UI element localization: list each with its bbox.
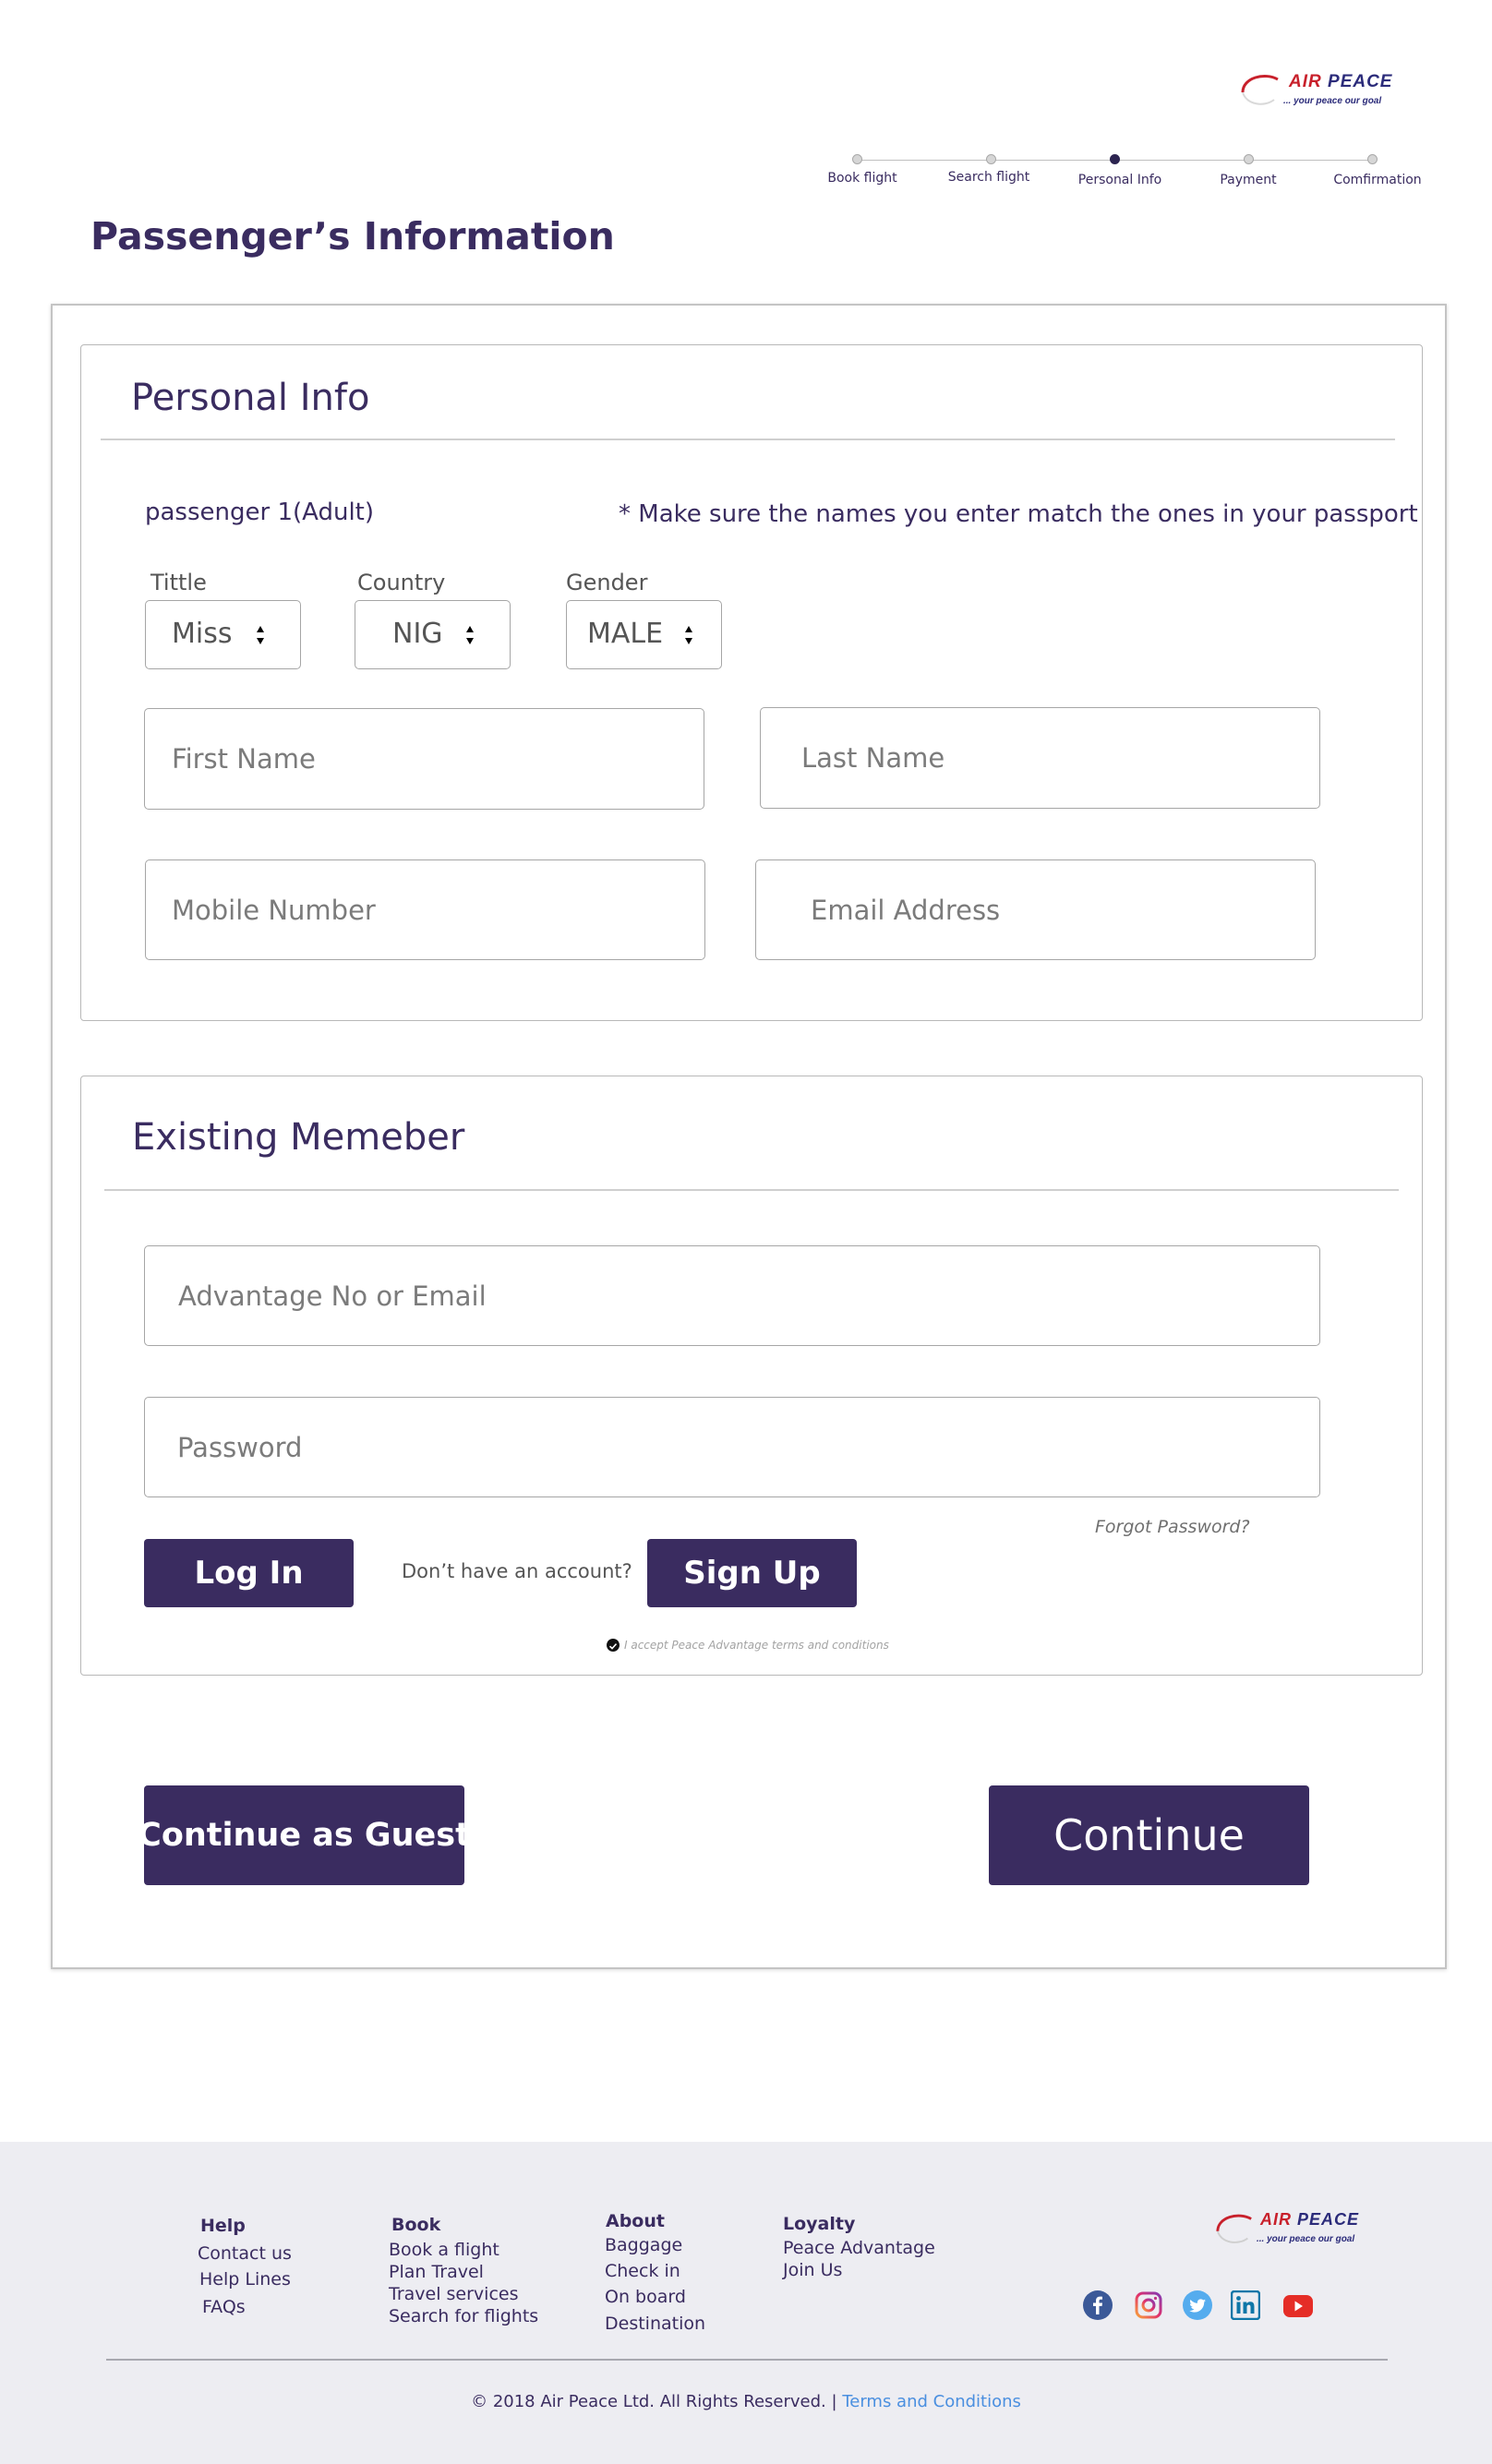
checkbox-checked-icon[interactable] <box>607 1639 620 1652</box>
personal-info-title: Personal Info <box>131 377 370 419</box>
instagram-icon[interactable] <box>1134 2290 1163 2320</box>
footer-about-heading: About <box>606 2211 665 2231</box>
footer-divider <box>106 2359 1388 2361</box>
footer-link-help-lines[interactable]: Help Lines <box>199 2269 291 2290</box>
gender-select[interactable]: MALE <box>566 600 722 669</box>
twitter-icon[interactable] <box>1183 2290 1212 2320</box>
first-name-input[interactable] <box>144 708 704 810</box>
footer-air-peace-logo[interactable]: AIR PEACE ... your peace our goal <box>1212 2208 1369 2254</box>
country-select-label: Country <box>357 570 446 595</box>
footer-link-search-for-flights[interactable]: Search for flights <box>389 2306 538 2326</box>
step-label-confirmation[interactable]: Comfirmation <box>1333 173 1421 187</box>
continue-as-guest-button[interactable]: Continue as Guest <box>138 1785 471 1885</box>
step-label-personal-info[interactable]: Personal Info <box>1078 173 1161 187</box>
terms-accept-text[interactable]: I accept Peace Advantage terms and condi… <box>624 1639 889 1652</box>
select-arrows-icon <box>685 626 692 644</box>
advantage-input[interactable] <box>144 1245 1320 1346</box>
footer-link-travel-services[interactable]: Travel services <box>389 2284 518 2304</box>
passenger-label: passenger 1(Adult) <box>145 499 375 526</box>
no-account-text: Don’t have an account? <box>402 1560 632 1582</box>
logo-swoosh-icon <box>1216 2214 1252 2243</box>
gender-select-value: MALE <box>587 618 664 650</box>
brand-tagline: ... your peace our goal <box>1283 96 1382 106</box>
login-button[interactable]: Log In <box>144 1539 354 1607</box>
facebook-icon[interactable] <box>1083 2290 1113 2320</box>
footer-link-on-board[interactable]: On board <box>605 2287 686 2307</box>
air-peace-logo[interactable]: AIR PEACE ... your peace our goal <box>1237 68 1394 114</box>
footer-loyalty-heading: Loyalty <box>783 2214 856 2234</box>
brand-tagline: ... your peace our goal <box>1257 2234 1355 2244</box>
terms-and-conditions-link[interactable]: Terms and Conditions <box>842 2392 1021 2411</box>
step-label-book-flight[interactable]: Book flight <box>827 171 896 186</box>
step-dot-payment <box>1244 154 1254 164</box>
footer-link-check-in[interactable]: Check in <box>605 2261 680 2281</box>
step-label-payment[interactable]: Payment <box>1220 173 1276 187</box>
country-select-value: NIG <box>392 618 443 650</box>
select-arrows-icon <box>466 626 474 644</box>
checkmark-icon <box>608 1643 618 1650</box>
last-name-input[interactable] <box>760 707 1320 809</box>
footer-link-faqs[interactable]: FAQs <box>202 2297 246 2317</box>
step-dot-personal-info <box>1110 154 1120 164</box>
title-select-label: Tittle <box>150 570 207 595</box>
youtube-icon[interactable] <box>1282 2294 1314 2318</box>
passport-note: * Make sure the names you enter match th… <box>619 500 1418 528</box>
step-dot-search-flight <box>986 154 996 164</box>
existing-member-divider <box>104 1189 1399 1191</box>
footer-copyright: © 2018 Air Peace Ltd. All Rights Reserve… <box>0 2392 1492 2411</box>
forgot-password-link[interactable]: Forgot Password? <box>1095 1517 1250 1537</box>
footer-link-contact-us[interactable]: Contact us <box>198 2243 292 2264</box>
footer-link-peace-advantage[interactable]: Peace Advantage <box>783 2238 935 2258</box>
title-select-value: Miss <box>172 618 233 650</box>
country-select[interactable]: NIG <box>355 600 511 669</box>
footer-link-join-us[interactable]: Join Us <box>783 2260 842 2280</box>
footer-link-baggage[interactable]: Baggage <box>605 2235 682 2255</box>
personal-info-divider <box>101 439 1395 440</box>
gender-select-label: Gender <box>566 570 648 595</box>
copyright-text: © 2018 Air Peace Ltd. All Rights Reserve… <box>471 2392 837 2411</box>
email-address-input[interactable] <box>755 859 1316 960</box>
password-input[interactable] <box>144 1397 1320 1497</box>
step-dot-confirmation <box>1367 154 1378 164</box>
brand-name: AIR PEACE <box>1289 72 1393 91</box>
footer: Help Contact us Help Lines FAQs Book Boo… <box>0 2142 1492 2464</box>
page-title: Passenger’s Information <box>90 214 615 258</box>
footer-book-heading: Book <box>391 2215 441 2235</box>
step-label-search-flight[interactable]: Search flight <box>948 170 1030 185</box>
mobile-number-input[interactable] <box>145 859 705 960</box>
step-dot-book-flight <box>852 154 862 164</box>
select-arrows-icon <box>257 626 264 644</box>
footer-link-destination[interactable]: Destination <box>605 2314 705 2334</box>
footer-link-book-a-flight[interactable]: Book a flight <box>389 2240 499 2260</box>
footer-link-plan-travel[interactable]: Plan Travel <box>389 2262 484 2282</box>
logo-swoosh-icon <box>1241 75 1279 105</box>
continue-button[interactable]: Continue <box>989 1785 1309 1885</box>
footer-help-heading: Help <box>200 2216 246 2236</box>
linkedin-icon[interactable] <box>1231 2290 1260 2320</box>
brand-name: AIR PEACE <box>1260 2210 1360 2229</box>
existing-member-title: Existing Memeber <box>132 1116 465 1159</box>
signup-button[interactable]: Sign Up <box>647 1539 857 1607</box>
title-select[interactable]: Miss <box>145 600 301 669</box>
